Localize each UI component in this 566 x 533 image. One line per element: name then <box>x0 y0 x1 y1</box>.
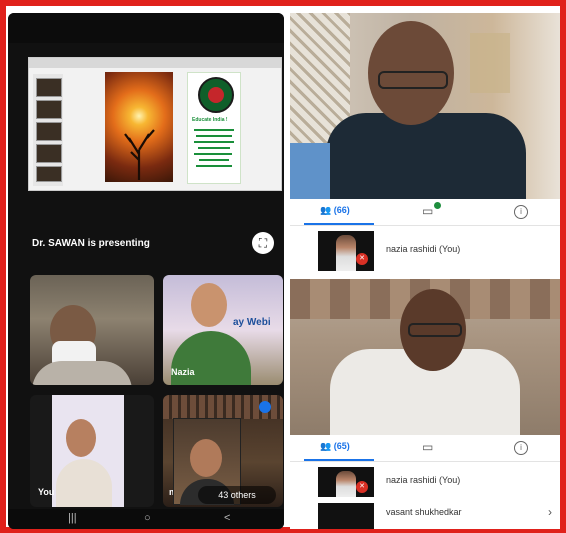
participant-tile[interactable]: ay Webi Nazia <box>163 275 283 385</box>
speaker-video[interactable] <box>290 13 560 203</box>
participant-name: nazia rashidi (You) <box>386 475 461 485</box>
shared-slide[interactable]: Educate India ! <box>28 57 282 191</box>
participant-name: Nazia <box>171 367 195 377</box>
people-icon: 👥 <box>320 441 332 451</box>
speaker-body <box>326 113 526 203</box>
slide-logo-card: Educate India ! <box>187 72 241 184</box>
info-icon[interactable]: i <box>514 441 528 455</box>
slide-thumb <box>36 122 62 141</box>
chat-icon[interactable]: ▭ <box>422 204 433 218</box>
top-bar <box>8 13 284 43</box>
slide-thumb <box>36 100 62 119</box>
android-nav-bar: ||| ○ < <box>8 509 284 529</box>
others-count-badge[interactable]: 43 others <box>198 486 276 504</box>
webinar-banner-text: ay Webi <box>233 317 271 328</box>
chat-icon[interactable]: ▭ <box>422 440 433 454</box>
right-phone-screen: 👥 (66) ▭ i ✕ nazia rashidi (You) 👥 (65) … <box>290 13 560 529</box>
slide-thumb <box>36 166 62 182</box>
participant-name: nazia rashidi (You) <box>386 244 461 254</box>
participant-tile[interactable] <box>30 275 154 385</box>
home-icon[interactable]: ○ <box>144 512 151 524</box>
more-options-icon[interactable] <box>259 401 271 413</box>
participant-list-item[interactable]: ✕ nazia rashidi (You) <box>290 227 560 275</box>
slide-titlebar <box>29 58 281 68</box>
participants-tabbar: 👥 (66) ▭ i <box>290 199 560 226</box>
glasses <box>378 71 448 89</box>
chat-unread-badge <box>434 202 441 209</box>
slide-thumbnails <box>33 74 63 186</box>
participants-tabbar: 👥 (65) ▭ i <box>290 435 560 462</box>
mic-off-icon: ✕ <box>356 481 368 493</box>
presenting-label: Dr. SAWAN is presenting <box>32 238 150 249</box>
info-icon[interactable]: i <box>514 205 528 219</box>
second-speaker-video[interactable] <box>290 279 560 435</box>
people-icon: 👥 <box>320 205 332 215</box>
participant-thumbnail <box>318 503 374 529</box>
participant-head <box>191 283 227 327</box>
slide-card-title: Educate India ! <box>192 117 228 123</box>
back-icon[interactable]: < <box>224 512 230 524</box>
tab-people[interactable]: 👥 (66) <box>320 205 350 216</box>
mic-off-icon: ✕ <box>356 253 368 265</box>
left-phone-screen: Educate India ! Dr. SAWAN is presenting … <box>8 13 284 529</box>
participant-head <box>190 439 222 477</box>
glasses <box>408 323 462 337</box>
participant-name: vasant shukhedkar <box>386 507 462 517</box>
participant-tile[interactable]: You <box>30 395 154 507</box>
chevron-right-icon[interactable]: › <box>548 505 552 519</box>
participant-name: You <box>38 487 55 497</box>
slide-thumb <box>36 78 62 97</box>
fullscreen-icon[interactable]: ⛶ <box>252 232 274 254</box>
tab-people[interactable]: 👥 (65) <box>320 441 350 452</box>
participant-head <box>66 419 96 457</box>
tree-silhouette <box>124 129 155 180</box>
participant-list-item[interactable]: vasant shukhedkar › <box>290 497 560 529</box>
slide-thumb <box>36 144 62 163</box>
participant-thumbnail <box>318 231 374 271</box>
organization-logo <box>198 77 234 113</box>
recents-icon[interactable]: ||| <box>68 512 77 524</box>
participant-list-item[interactable]: ✕ nazia rashidi (You) <box>290 463 560 497</box>
